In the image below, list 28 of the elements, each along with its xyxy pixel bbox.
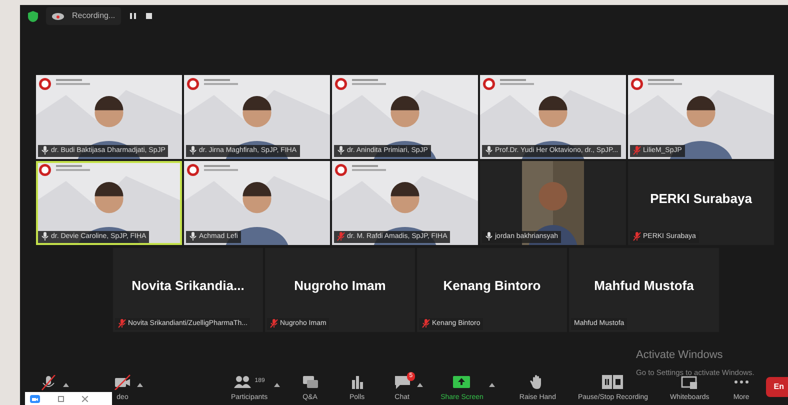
camera-icon [30,394,40,402]
participant-name: Mahfud Mustofa [594,277,694,296]
caret-icon[interactable] [137,383,143,387]
share-screen-icon [453,374,470,390]
pause-icon[interactable] [129,12,138,20]
caret-icon[interactable] [274,383,280,387]
participant-name: Kenang Bintoro [443,277,541,296]
end-button[interactable]: En [766,377,788,397]
participant-name: PERKI Surabaya [650,190,752,208]
participant-name: Novita Srikandia... [132,277,244,296]
shield-icon[interactable] [28,10,38,22]
pause-stop-icon [602,374,624,390]
chat-icon [394,374,411,390]
activation-title: Activate Windows [636,350,723,362]
caret-icon[interactable] [489,383,496,387]
speech-bubbles-icon [302,374,319,390]
close-icon[interactable] [82,396,88,402]
more-icon [734,380,749,384]
caret-icon[interactable] [416,383,423,387]
muted-mic-icon [40,375,57,391]
people-icon [234,374,251,390]
stop-icon[interactable] [145,12,154,20]
caret-icon[interactable] [63,383,69,387]
maximize-icon[interactable] [58,396,64,402]
cloud-icon [52,12,64,20]
participant-name: Nugroho Imam [294,277,386,296]
recording-label: Recording... [72,10,116,22]
video-off-icon [114,374,131,390]
